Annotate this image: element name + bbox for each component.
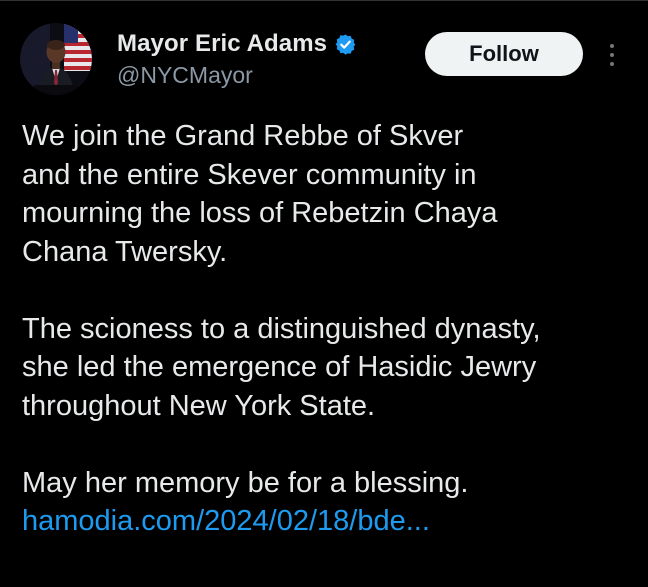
post-text-line: The scioness to a distinguished dynasty, — [22, 312, 541, 345]
top-divider — [0, 0, 648, 1]
post-body: We join the Grand Rebbe of Skver and the… — [22, 117, 637, 541]
post-paragraph: May her memory be for a blessing. hamodi… — [22, 464, 637, 541]
more-dot — [610, 53, 614, 57]
follow-button[interactable]: Follow — [425, 32, 583, 76]
more-dot — [610, 62, 614, 66]
author-handle[interactable]: @NYCMayor — [117, 62, 253, 89]
more-options-icon[interactable] — [600, 38, 624, 72]
post-text-line: and the entire Skever community in — [22, 158, 477, 191]
post-text-line: May her memory be for a blessing. — [22, 466, 469, 499]
post-paragraph: The scioness to a distinguished dynasty,… — [22, 310, 637, 426]
author-row: Mayor Eric Adams — [117, 28, 357, 60]
post-text-line: throughout New York State. — [22, 389, 376, 422]
post-text-line: mourning the loss of Rebetzin Chaya — [22, 197, 498, 229]
author-display-name[interactable]: Mayor Eric Adams — [117, 30, 327, 58]
verified-badge-icon[interactable] — [334, 33, 357, 56]
post-paragraph: We join the Grand Rebbe of Skver and the… — [22, 117, 637, 271]
profile-avatar[interactable] — [20, 23, 92, 95]
post-text-line: she led the emergence of Hasidic Jewry — [22, 351, 537, 383]
post-text-line: We join the Grand Rebbe of Skver — [22, 120, 464, 152]
more-dot — [610, 44, 614, 48]
post-text-line: Chana Twersky. — [22, 235, 228, 268]
article-link[interactable]: hamodia.com/2024/02/18/bde... — [22, 502, 637, 541]
post-card: Mayor Eric Adams @NYCMayor Follow We joi… — [0, 0, 648, 587]
